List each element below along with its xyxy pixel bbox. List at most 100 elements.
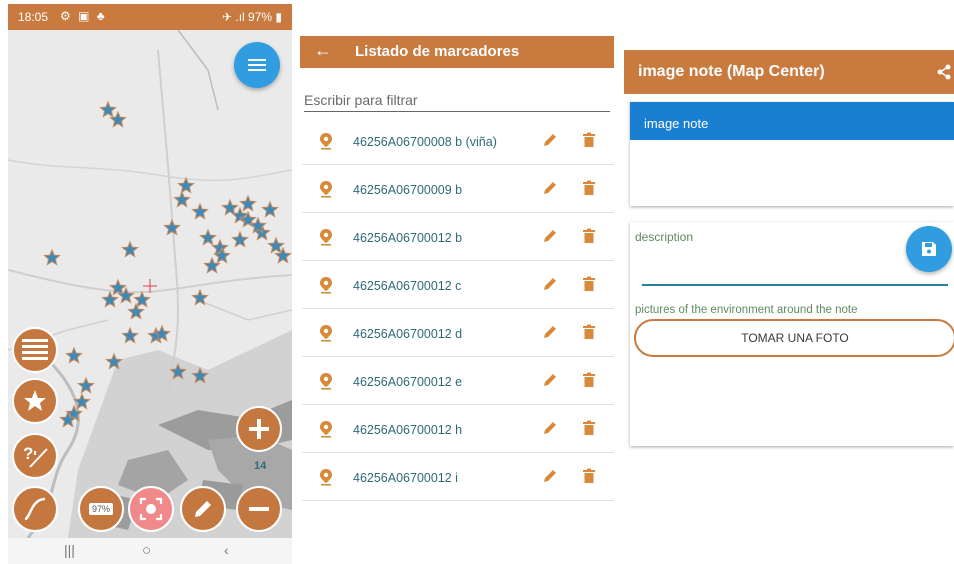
marker-name: 46256A06700012 i [353,471,458,485]
zoom-level: 14 [254,460,267,472]
zoom-out-button[interactable] [236,486,282,532]
pencil-icon[interactable] [542,228,558,244]
marker-row[interactable]: 46256A06700008 b (viña) [302,118,614,165]
marker-row[interactable]: 46256A06700012 h [302,406,614,453]
filter-input[interactable] [304,88,610,112]
target-icon [139,497,163,521]
trash-icon[interactable] [582,228,596,244]
note-name-field[interactable]: image note [630,102,954,140]
app-bar: image note (Map Center) [624,50,954,94]
map-pin-icon [320,325,332,342]
map-marker-star[interactable] [65,346,83,364]
map-marker-star[interactable] [239,194,257,212]
map-marker-star[interactable] [163,218,181,236]
status-time: 18:05 [18,10,49,24]
map-marker-star[interactable] [267,236,285,254]
trash-icon[interactable] [582,276,596,292]
map-marker-star[interactable] [101,290,119,308]
home-icon[interactable]: ○ [142,542,151,559]
back-nav-icon[interactable]: ‹ [224,542,229,558]
note-name-text: image note [644,116,709,131]
recents-icon[interactable]: ||| [64,542,75,558]
map-marker-star[interactable] [199,228,217,246]
curve-button[interactable] [12,486,58,532]
status-bar: 18:05 ⚙ ▣ ♣ ✈ .ıl 97% ▮ [8,4,292,30]
pencil-icon[interactable] [542,276,558,292]
trash-icon[interactable] [582,180,596,196]
marker-row[interactable]: 46256A06700012 b [302,214,614,261]
map-marker-star[interactable] [231,230,249,248]
map-marker-star[interactable] [127,302,145,320]
marker-list-screen: ← Listado de marcadores 46256A06700008 b… [300,36,614,516]
map-view[interactable]: ? 97% 14 [8,29,292,539]
map-pin-icon [320,469,332,486]
map-marker-star[interactable] [121,326,139,344]
marker-row[interactable]: 46256A06700012 c [302,262,614,309]
layers-list-icon [22,339,48,360]
android-nav-bar: ||| ○ ‹ [8,538,292,564]
layers-button[interactable] [12,327,58,373]
marker-name: 46256A06700012 c [353,279,462,293]
pencil-icon[interactable] [542,420,558,436]
trash-icon[interactable] [582,132,596,148]
query-measure-button[interactable]: ? [12,433,58,479]
map-marker-star[interactable] [221,198,239,216]
pencil-icon[interactable] [542,468,558,484]
plus-icon [249,419,269,439]
battery-level-text: 97% [88,503,113,515]
marker-name: 46256A06700009 b [353,183,463,197]
map-marker-star[interactable] [43,248,61,266]
share-icon[interactable] [936,64,952,80]
battery-badge: 97% [78,486,124,532]
map-pin-icon [320,277,332,294]
map-marker-star[interactable] [261,200,279,218]
map-marker-star[interactable] [177,176,195,194]
marker-row[interactable]: 46256A06700009 b [302,166,614,213]
marker-row[interactable]: 46256A06700012 i [302,454,614,501]
marker-name: 46256A06700012 h [353,423,463,437]
edit-button[interactable] [180,486,226,532]
save-button[interactable] [906,226,952,272]
map-pin-icon [320,229,332,246]
map-marker-star[interactable] [191,202,209,220]
map-marker-star[interactable] [133,290,151,308]
marker-name: 46256A06700008 b (viña) [353,135,497,149]
zoom-in-button[interactable] [236,406,282,452]
map-pin-icon [320,421,332,438]
map-marker-star[interactable] [173,190,191,208]
map-screen: 18:05 ⚙ ▣ ♣ ✈ .ıl 97% ▮ ? 97% 14 ||| ○ ‹ [8,4,292,564]
marker-row[interactable]: 46256A06700012 d [302,310,614,357]
hamburger-icon [248,59,266,71]
status-battery: ✈ .ıl 97% ▮ [221,10,282,24]
trash-icon[interactable] [582,468,596,484]
query-measure-icon: ? [23,444,48,468]
marker-name: 46256A06700012 d [353,327,463,341]
map-marker-star[interactable] [203,256,221,274]
menu-button[interactable] [234,42,280,88]
page-title: Listado de marcadores [355,43,520,60]
trash-icon[interactable] [582,372,596,388]
description-input[interactable] [642,266,948,286]
note-name-card: image note [630,102,954,206]
curve-icon [24,497,46,521]
pencil-icon[interactable] [542,132,558,148]
marker-name: 46256A06700012 b [353,231,463,245]
take-photo-button[interactable]: TOMAR UNA FOTO [634,319,954,357]
back-arrow-icon[interactable]: ← [314,40,332,61]
trash-icon[interactable] [582,324,596,340]
map-marker-star[interactable] [109,110,127,128]
page-title: image note (Map Center) [638,63,825,80]
center-map-button[interactable] [128,486,174,532]
marker-row[interactable]: 46256A06700012 e [302,358,614,405]
pencil-icon[interactable] [542,180,558,196]
map-pin-icon [320,133,332,150]
map-pin-icon [320,181,332,198]
map-marker-star[interactable] [99,100,117,118]
pencil-icon[interactable] [542,324,558,340]
map-marker-star[interactable] [77,376,95,394]
pencil-icon[interactable] [542,372,558,388]
map-marker-star[interactable] [121,240,139,258]
favorites-button[interactable] [12,378,58,424]
trash-icon[interactable] [582,420,596,436]
floppy-disk-icon [922,242,936,256]
